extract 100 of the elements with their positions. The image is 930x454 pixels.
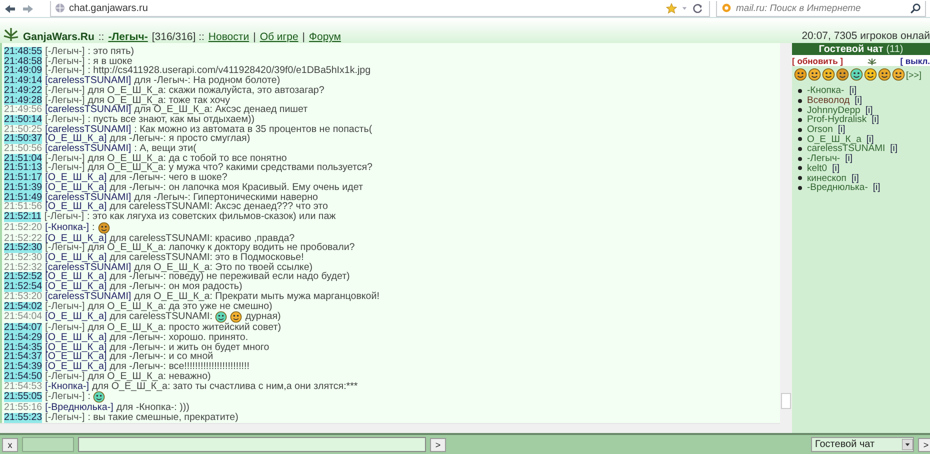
sender-name[interactable]: [-Кнопка-] — [45, 222, 89, 232]
sender-name[interactable]: [-Кнопка-] — [45, 382, 89, 392]
sender-name[interactable]: [-Легыч-] — [45, 154, 85, 164]
smiley-icon[interactable] — [822, 68, 835, 81]
send-button[interactable]: > — [918, 438, 930, 452]
sender-name[interactable]: [-Легыч-] — [45, 163, 85, 174]
sender-name[interactable]: [-Легыч-] — [45, 323, 85, 333]
sender-name[interactable]: [carelessTSUNAMI] — [45, 76, 132, 86]
info-link[interactable]: [i] — [838, 124, 846, 136]
message-text: : — [88, 392, 90, 402]
sender-name[interactable]: [-Вреднюлька-] — [45, 403, 114, 413]
sender-name[interactable]: [carelessTSUNAMI] — [45, 105, 132, 115]
sender-name[interactable]: [О_Е_Ш_К_а] — [45, 234, 107, 244]
recipient-field[interactable] — [22, 437, 74, 452]
sender-name[interactable]: [carelessTSUNAMI] — [45, 144, 132, 154]
smiley-icon[interactable] — [850, 68, 863, 81]
clear-button[interactable]: x — [2, 438, 18, 452]
sender-name[interactable]: [-Легыч-] — [45, 66, 85, 76]
sender-name[interactable]: [-Легыч-] — [45, 96, 85, 106]
sender-name[interactable]: [-Легыч-] — [45, 243, 85, 254]
smiley-icon[interactable] — [836, 68, 849, 81]
message-text: для О_Е_Ш_К_а: да с тобой то все понятно — [88, 154, 287, 164]
info-link[interactable]: [i] — [890, 143, 898, 154]
user-name[interactable]: Orson — [807, 124, 833, 136]
sender-name[interactable]: [О_Е_Ш_К_а] — [45, 312, 107, 322]
user-name[interactable]: carelessTSUNAMI — [807, 143, 886, 154]
sender-name[interactable]: [-Легыч-] — [44, 212, 84, 222]
user-name[interactable]: Всеволод — [807, 95, 850, 106]
smiley-icon[interactable] — [892, 68, 905, 81]
sender-name[interactable]: [О_Е_Ш_К_а] — [45, 202, 107, 212]
horizontal-scrollbar[interactable] — [0, 423, 780, 433]
sender-name[interactable]: [carelessTSUNAMI] — [45, 292, 132, 302]
info-link[interactable]: [i] — [872, 114, 880, 126]
sender-name[interactable]: [-Легыч-] — [45, 114, 85, 125]
info-link[interactable]: [i] — [849, 85, 857, 96]
user-name[interactable]: -Легыч- — [807, 153, 840, 164]
info-link[interactable]: [i] — [866, 134, 874, 145]
info-link[interactable]: [i] — [845, 153, 852, 164]
sender-name[interactable]: [-Легыч-] — [45, 47, 85, 57]
more-smileys-link[interactable]: [>>] — [906, 70, 922, 80]
message-time: 21:50:14 — [4, 114, 42, 125]
star-icon[interactable] — [666, 2, 677, 14]
info-link[interactable]: [i] — [832, 162, 840, 174]
info-link[interactable]: [i] — [851, 172, 859, 184]
sender-name[interactable]: [О_Е_Ш_К_а] — [45, 173, 107, 183]
vertical-scrollbar[interactable] — [780, 43, 792, 433]
user-name[interactable]: кинескоп — [807, 172, 846, 184]
smiley-icon[interactable] — [864, 68, 877, 81]
message-time: 21:52:11 — [4, 212, 42, 222]
sender-name[interactable]: [carelessTSUNAMI] — [45, 262, 132, 272]
sender-name[interactable]: [О_Е_Ш_К_а] — [45, 134, 107, 144]
search-field[interactable]: mail.ru: Поиск в Интернете — [716, 0, 926, 16]
smiley-icon[interactable] — [808, 68, 821, 81]
sender-name[interactable]: [-Легыч-] — [45, 86, 85, 96]
user-name[interactable]: О_Е_Ш_К_а — [807, 134, 862, 145]
smiley-icon — [230, 311, 242, 324]
message-text: для О_Е_Ш_К_а: Аксэс денаед пишет — [134, 105, 308, 115]
sender-name[interactable]: [О_Е_Ш_К_а] — [45, 272, 107, 282]
back-icon[interactable] — [4, 4, 16, 14]
sender-name[interactable]: [О_Е_Ш_К_а] — [45, 342, 107, 352]
nav-link[interactable]: Об игре — [260, 31, 298, 43]
send-button[interactable]: > — [430, 438, 446, 452]
sender-name[interactable]: [О_Е_Ш_К_а] — [45, 253, 107, 263]
sender-name[interactable]: [-Легыч-] — [45, 372, 85, 382]
sender-name[interactable]: [О_Е_Ш_К_а] — [45, 362, 107, 372]
leaf-logo-icon[interactable] — [3, 25, 19, 43]
message-input[interactable] — [78, 437, 426, 452]
user-link[interactable]: -Легыч- — [108, 31, 148, 43]
nav-link[interactable]: Новости — [208, 31, 250, 43]
nav-link[interactable]: Форум — [309, 31, 341, 43]
sender-name[interactable]: [О_Е_Ш_К_а] — [45, 182, 107, 193]
dropdown-icon[interactable] — [902, 439, 913, 450]
user-name[interactable]: JohnnyDepp — [807, 104, 860, 116]
info-link[interactable]: [i] — [854, 95, 862, 106]
user-name[interactable]: -Кнопка- — [807, 85, 844, 96]
bullet-icon — [798, 98, 802, 103]
message-time: 21:54:29 — [4, 332, 42, 343]
info-link[interactable]: [i] — [872, 182, 880, 194]
sender-name[interactable]: [-Легыч-] — [45, 412, 85, 423]
info-link[interactable]: [i] — [865, 104, 873, 116]
sender-name[interactable]: [carelessTSUNAMI] — [45, 192, 132, 202]
sender-name[interactable]: [carelessTSUNAMI] — [45, 124, 132, 134]
address-bar[interactable]: chat.ganjawars.ru — [50, 0, 710, 16]
user-name[interactable]: Prof-Hydralisk — [807, 114, 867, 126]
refresh-link[interactable]: [ обновить ] — [792, 56, 843, 66]
smiley-icon[interactable] — [878, 68, 891, 81]
message-text: : http://cs411928.userapi.com/v411928420/39f0/e1DBa5hIx1k.jpg — [88, 66, 371, 76]
sender-name[interactable]: [-Легыч-] — [45, 302, 85, 312]
smiley-icon[interactable] — [794, 68, 807, 81]
reload-icon[interactable] — [692, 2, 703, 14]
sender-name[interactable]: [-Легыч-] — [45, 392, 85, 402]
channel-select[interactable]: Гостевой чат — [811, 437, 914, 452]
off-link[interactable]: [ выкл. — [900, 56, 930, 66]
sender-name[interactable]: [-Легыч-] — [45, 56, 85, 66]
user-name[interactable]: kelt0 — [807, 162, 828, 174]
sender-name[interactable]: [О_Е_Ш_К_а] — [45, 352, 107, 362]
search-icon[interactable] — [910, 2, 921, 14]
sender-name[interactable]: [О_Е_Ш_К_а] — [45, 282, 107, 292]
sender-name[interactable]: [О_Е_Ш_К_а] — [45, 332, 107, 343]
user-name[interactable]: -Вреднюлька- — [807, 182, 868, 194]
